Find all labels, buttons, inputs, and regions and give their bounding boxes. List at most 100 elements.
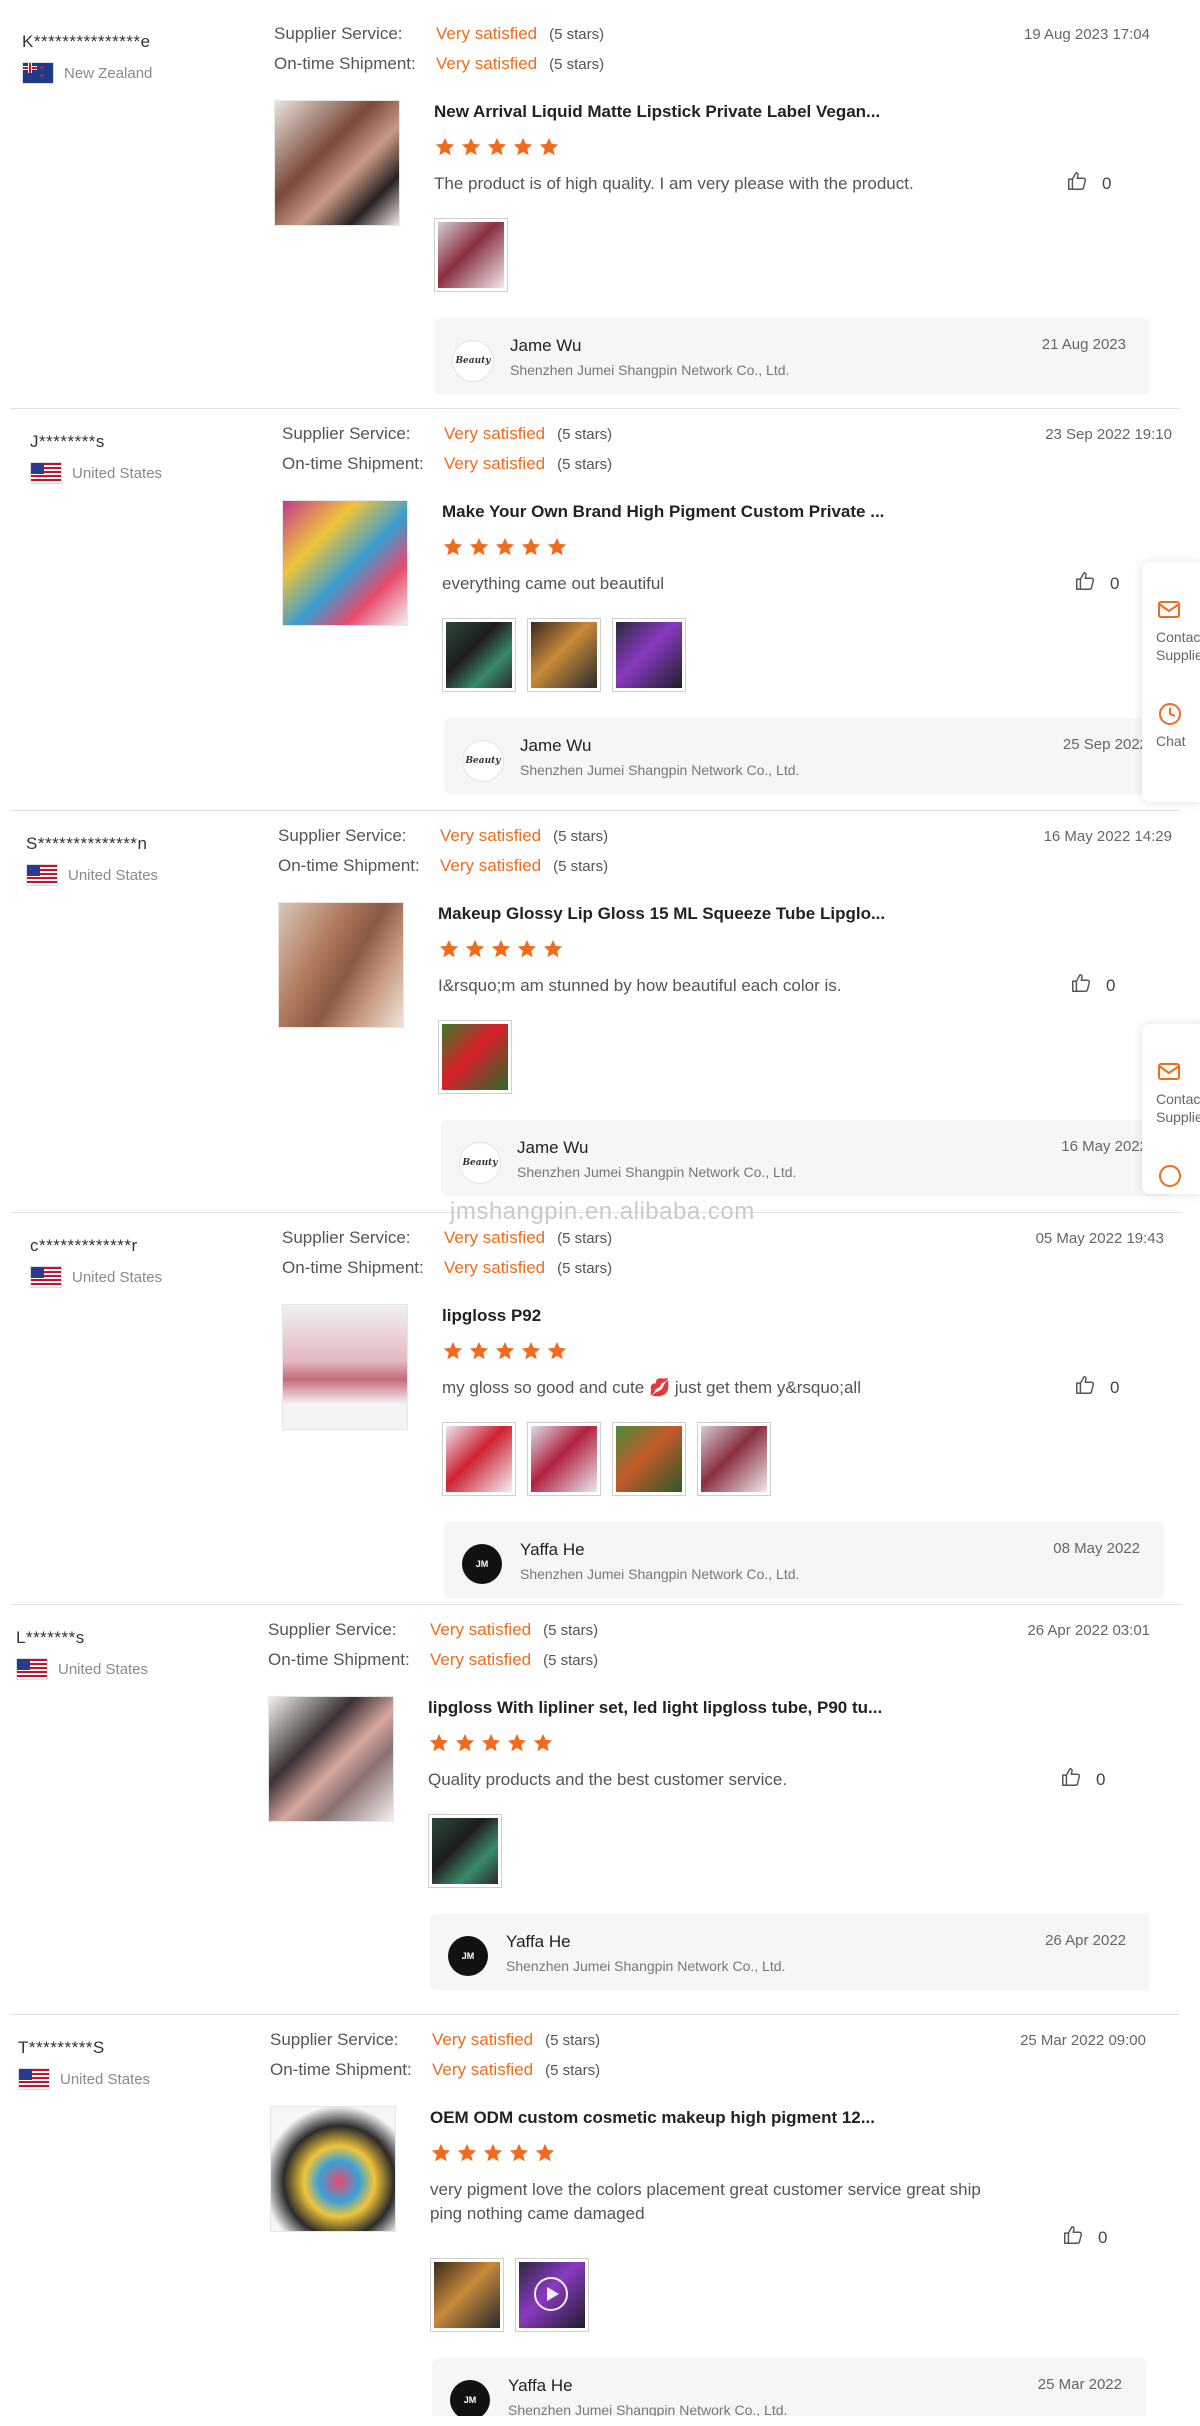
supplier-avatar: Beauty [459, 1142, 501, 1184]
review-comment: I&rsquo;m am stunned by how beautiful ea… [438, 976, 842, 995]
star-icon [542, 938, 564, 960]
ontime-shipment-value: Very satisfied [436, 54, 538, 73]
review-photo[interactable] [434, 218, 508, 292]
review-datetime: 16 May 2022 14:29 [1043, 828, 1172, 845]
reviewer-name: S**************n [26, 834, 148, 853]
like-button[interactable]: 0 [1074, 1374, 1119, 1401]
supplier-service-value: Very satisfied [432, 2030, 534, 2049]
like-count: 0 [1096, 1769, 1106, 1789]
product-thumbnail[interactable] [278, 902, 404, 1028]
supplier-service-row: Supplier Service: Very satisfied (5 stars) [274, 24, 604, 44]
product-thumbnail[interactable] [270, 2106, 396, 2232]
review-photo[interactable] [515, 2258, 589, 2332]
reviewer-country: United States [26, 864, 158, 886]
star-icon [434, 136, 456, 158]
supplier-service-value: Very satisfied [444, 1228, 546, 1247]
ontime-shipment-label: On-time Shipment: [282, 1258, 424, 1277]
like-button[interactable]: 0 [1074, 570, 1119, 597]
like-button[interactable]: 0 [1062, 2224, 1107, 2251]
supplier-reply: JM Yaffa He Shenzhen Jumei Shangpin Networ… [444, 1522, 1164, 1598]
product-title-link[interactable]: lipgloss P92 [442, 1306, 541, 1326]
like-count: 0 [1110, 573, 1120, 593]
star-icon [494, 1340, 516, 1362]
reply-author-name: Jame Wu [517, 1138, 589, 1157]
ontime-shipment-row: On-time Shipment: Very satisfied (5 stars) [270, 2060, 600, 2080]
ontime-shipment-label: On-time Shipment: [278, 856, 420, 875]
review-photo[interactable] [438, 1020, 512, 1094]
star-icon [464, 938, 486, 960]
reviewer-name: T*********S [18, 2038, 105, 2057]
rating-stars [434, 136, 560, 158]
review-photo[interactable] [428, 1814, 502, 1888]
reply-company-name: Shenzhen Jumei Shangpin Network Co., Ltd… [510, 362, 790, 378]
review-card: L*******s United States Supplier Service: V… [0, 1604, 1200, 2006]
ontime-shipment-row: On-time Shipment: Very satisfied (5 stars) [282, 1258, 612, 1278]
review-photo[interactable] [430, 2258, 504, 2332]
reply-date: 08 May 2022 [1053, 1540, 1140, 1557]
supplier-service-label: Supplier Service: [268, 1620, 397, 1639]
supplier-service-label: Supplier Service: [274, 24, 403, 43]
floating-contact-widget[interactable]: Contact Supplier Chat [1142, 562, 1200, 802]
review-card: S**************n United States Supplier Se… [0, 810, 1200, 1212]
review-photo[interactable] [527, 1422, 601, 1496]
supplier-service-stars-text: (5 stars) [557, 426, 613, 443]
review-photo[interactable] [527, 618, 601, 692]
supplier-avatar: Beauty [452, 340, 494, 382]
review-divider [10, 810, 1180, 811]
product-title-link[interactable]: New Arrival Liquid Matte Lipstick Privat… [434, 102, 880, 122]
ontime-shipment-row: On-time Shipment: Very satisfied (5 stars) [268, 1650, 598, 1670]
star-icon [460, 136, 482, 158]
reviewer-name: L*******s [16, 1628, 85, 1647]
product-title-link[interactable]: Make Your Own Brand High Pigment Custom … [442, 502, 884, 522]
supplier-service-stars-text: (5 stars) [543, 1622, 599, 1639]
star-icon [508, 2142, 530, 2164]
contact-supplier-label[interactable]: Contact Supplier [1156, 1090, 1200, 1126]
watermark-text: jmshangpin.en.alibaba.com [450, 1198, 755, 1225]
product-title-link[interactable]: lipgloss With lipliner set, led light li… [428, 1698, 882, 1718]
ontime-shipment-value: Very satisfied [430, 1650, 532, 1669]
supplier-service-label: Supplier Service: [282, 424, 411, 443]
ontime-shipment-label: On-time Shipment: [268, 1650, 410, 1669]
product-title-link[interactable]: OEM ODM custom cosmetic makeup high pigm… [430, 2108, 875, 2128]
review-photo[interactable] [612, 618, 686, 692]
ontime-shipment-label: On-time Shipment: [274, 54, 416, 73]
star-icon [532, 1732, 554, 1754]
supplier-service-stars-text: (5 stars) [549, 26, 605, 43]
review-photo[interactable] [612, 1422, 686, 1496]
product-title-link[interactable]: Makeup Glossy Lip Gloss 15 ML Squeeze Tu… [438, 904, 885, 924]
play-video-icon[interactable] [534, 2277, 568, 2311]
product-thumbnail[interactable] [268, 1696, 394, 1822]
product-thumbnail[interactable] [282, 1304, 408, 1430]
review-photo[interactable] [697, 1422, 771, 1496]
supplier-service-stars-text: (5 stars) [545, 2032, 601, 2049]
star-icon [468, 536, 490, 558]
reviewer-name: J********s [30, 432, 105, 451]
supplier-service-stars-text: (5 stars) [557, 1230, 613, 1247]
country-flag-icon [26, 864, 58, 886]
star-icon [430, 2142, 452, 2164]
thumbs-up-icon [1074, 570, 1096, 597]
review-divider [10, 408, 1180, 409]
chat-label[interactable]: Chat [1156, 733, 1186, 749]
star-icon [512, 136, 534, 158]
thumbs-up-icon [1062, 2224, 1084, 2251]
ontime-shipment-stars-text: (5 stars) [549, 56, 605, 73]
review-photo[interactable] [442, 618, 516, 692]
floating-contact-widget-2[interactable]: Contact Supplier [1142, 1024, 1200, 1194]
country-name: United States [68, 866, 159, 884]
mail-icon [1156, 1058, 1200, 1086]
review-photo[interactable] [442, 1422, 516, 1496]
supplier-avatar: JM [448, 1936, 488, 1976]
like-button[interactable]: 0 [1066, 170, 1111, 197]
star-icon [546, 1340, 568, 1362]
like-button[interactable]: 0 [1060, 1766, 1105, 1793]
country-flag-icon [16, 1658, 48, 1680]
like-button[interactable]: 0 [1070, 972, 1115, 999]
rating-stars [428, 1732, 554, 1754]
supplier-service-stars-text: (5 stars) [553, 828, 609, 845]
country-name: New Zealand [64, 64, 153, 82]
reply-date: 25 Sep 2022 [1062, 736, 1148, 753]
contact-supplier-label[interactable]: Contact Supplier [1156, 628, 1200, 664]
product-thumbnail[interactable] [274, 100, 400, 226]
product-thumbnail[interactable] [282, 500, 408, 626]
